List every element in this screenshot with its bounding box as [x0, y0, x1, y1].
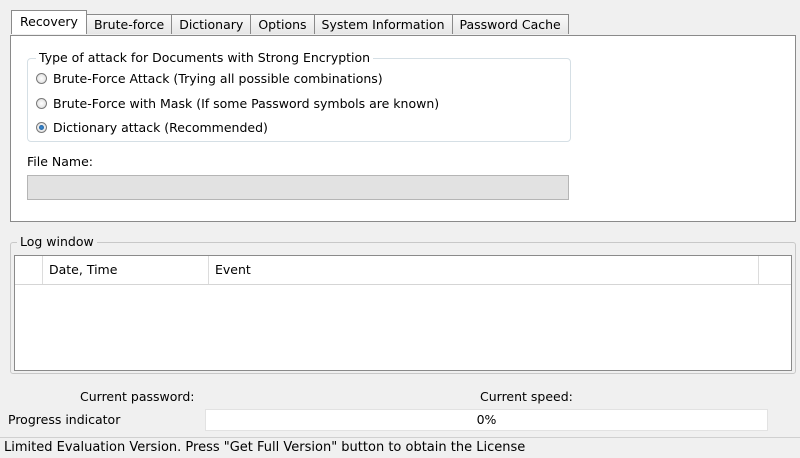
tab-options[interactable]: Options — [250, 14, 315, 34]
tab-brute-force[interactable]: Brute-force — [85, 14, 173, 34]
log-window-title: Log window — [17, 234, 97, 249]
tab-password-cache[interactable]: Password Cache — [451, 14, 569, 34]
file-name-label: File Name: — [27, 154, 93, 169]
option-label: Dictionary attack (Recommended) — [53, 120, 268, 135]
column-header-blank[interactable] — [15, 256, 43, 284]
log-table-header: Date, Time Event — [15, 256, 791, 285]
tab-dictionary[interactable]: Dictionary — [171, 14, 252, 34]
file-name-field[interactable] — [27, 175, 569, 200]
current-speed-label: Current speed: — [480, 389, 573, 404]
progress-indicator-label: Progress indicator — [8, 412, 121, 427]
tab-system-information[interactable]: System Information — [313, 14, 453, 34]
tab-recovery[interactable]: Recovery — [11, 10, 87, 34]
recovery-panel: Type of attack for Documents with Strong… — [10, 35, 796, 222]
option-brute-force-attack[interactable]: Brute-Force Attack (Trying all possible … — [36, 71, 383, 86]
progress-bar: 0% — [205, 409, 768, 431]
column-header-filler — [759, 256, 791, 284]
current-password-label: Current password: — [80, 389, 195, 404]
log-window-group: Log window Date, Time Event — [10, 234, 796, 374]
column-header-event[interactable]: Event — [209, 256, 759, 284]
status-bar-message: Limited Evaluation Version. Press "Get F… — [0, 437, 800, 457]
option-label: Brute-Force with Mask (If some Password … — [53, 96, 440, 111]
log-table[interactable]: Date, Time Event — [14, 255, 792, 371]
column-header-date-time[interactable]: Date, Time — [43, 256, 209, 284]
attack-type-group: Type of attack for Documents with Strong… — [27, 50, 571, 142]
tab-strip: Recovery Brute-force Dictionary Options … — [11, 10, 569, 34]
option-label: Brute-Force Attack (Trying all possible … — [53, 71, 383, 86]
attack-type-group-title: Type of attack for Documents with Strong… — [36, 50, 374, 65]
radio-icon[interactable] — [36, 73, 47, 84]
option-brute-force-mask[interactable]: Brute-Force with Mask (If some Password … — [36, 96, 439, 111]
progress-text: 0% — [476, 412, 497, 427]
option-dictionary-attack[interactable]: Dictionary attack (Recommended) — [36, 120, 268, 135]
radio-icon[interactable] — [36, 98, 47, 109]
radio-checked-icon[interactable] — [36, 122, 47, 133]
